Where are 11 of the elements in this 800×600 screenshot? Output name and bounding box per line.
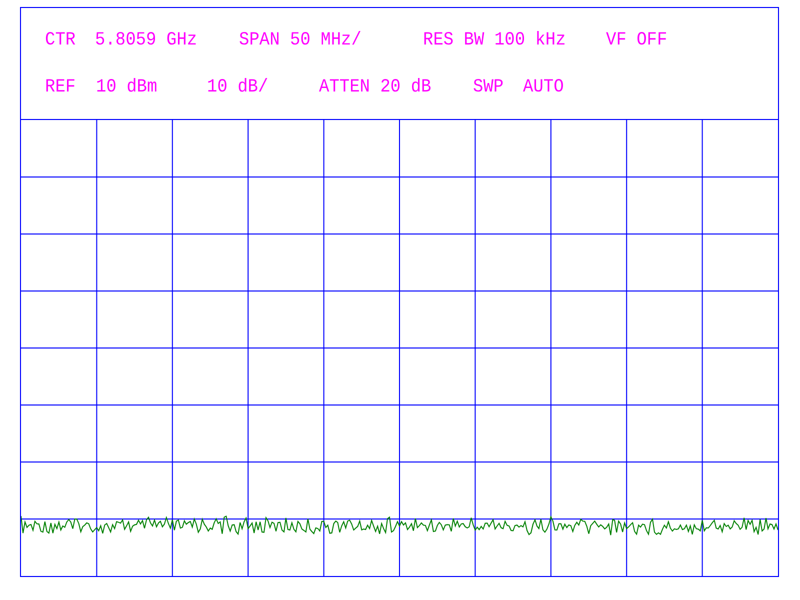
readout-label: RES BW 100 kHz: [423, 30, 567, 52]
readout-label: ATTEN 20 dB: [319, 77, 432, 99]
readout-label: VF OFF: [606, 30, 668, 52]
readout-label: 10 dBm: [96, 77, 158, 99]
readout-label: REF: [45, 77, 77, 99]
readout-label: 10 dB/: [207, 77, 270, 99]
readout-label: AUTO: [523, 77, 565, 99]
readout-label: CTR: [45, 30, 77, 52]
readout-label: 5.8059 GHz: [95, 30, 198, 52]
readout-label: SPAN 50 MHz/: [239, 30, 362, 52]
readout-label: SWP: [473, 77, 505, 99]
